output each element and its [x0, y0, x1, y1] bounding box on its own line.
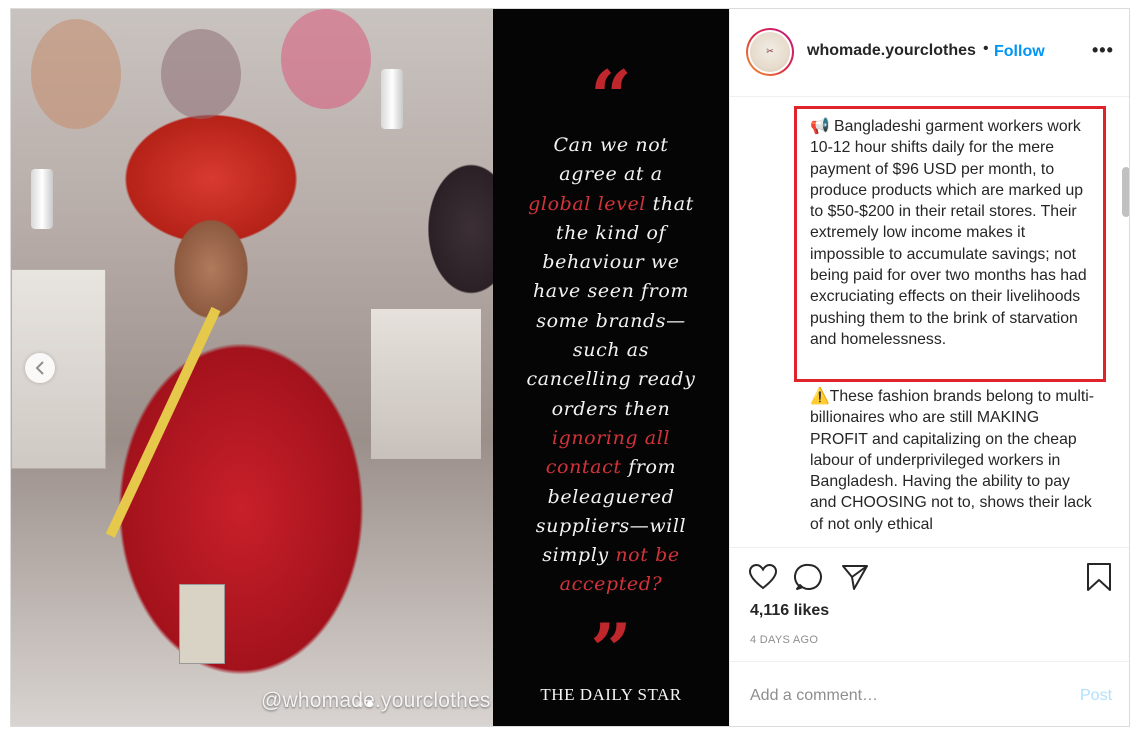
avatar-image: ✂ [750, 32, 790, 72]
share-icon [842, 565, 868, 590]
username-link[interactable]: whomade.yourclothes [807, 42, 976, 60]
share-button[interactable] [840, 562, 870, 592]
comment-bar: Post [730, 661, 1129, 726]
post-sidebar: ✂ whomade.yourclothes • Follow ••• 📢 Ban… [729, 9, 1129, 726]
warning-icon: ⚠️ [810, 388, 830, 405]
comment-input[interactable] [750, 684, 1050, 708]
action-bar [730, 547, 1129, 607]
quote-highlight: ignoring all [551, 426, 671, 449]
quote-panel: “ Can we not agree at a global level that t… [493, 9, 729, 726]
quote-highlight: global level [528, 192, 646, 215]
sewing-machine [371, 309, 481, 459]
post-media[interactable]: @whomade.yourclothes “ Can we not agree a… [11, 9, 729, 726]
post-photo: @whomade.yourclothes [11, 9, 493, 726]
quote-line: agree at a [493, 160, 729, 189]
chevron-left-icon [35, 361, 44, 375]
more-options-icon[interactable]: ••• [1092, 40, 1114, 61]
heart-icon [748, 563, 778, 590]
thread-spool [381, 69, 403, 129]
quote-line: some brands— [493, 307, 729, 336]
carousel-indicator [357, 701, 373, 707]
quote-line: suppliers—will [493, 512, 729, 541]
thread-spool [31, 169, 53, 229]
likes-count[interactable]: 4,116 likes [750, 602, 829, 620]
follow-button[interactable]: Follow [994, 43, 1045, 61]
carousel-dot [367, 701, 373, 707]
avatar-ring: ✂ [748, 30, 792, 74]
instagram-post: @whomade.yourclothes “ Can we not agree a… [10, 8, 1130, 727]
watermark: @whomade.yourclothes [261, 689, 491, 712]
quote-highlight: accepted? [559, 573, 663, 596]
close-quote-icon: ” [590, 607, 632, 692]
lanyard [105, 306, 221, 538]
quote-line: the kind of [493, 219, 729, 248]
background-worker [31, 19, 121, 129]
caption-area[interactable]: 📢 Bangladeshi garment workers work 10-12… [730, 97, 1129, 547]
quote-line: beleaguered [493, 483, 729, 512]
quote-line: have seen from [493, 277, 729, 306]
scrollbar[interactable] [1122, 167, 1129, 217]
post-header: ✂ whomade.yourclothes • Follow ••• [730, 9, 1129, 97]
comment-button[interactable] [794, 562, 824, 592]
avatar-glyph: ✂ [766, 47, 774, 57]
quote-highlight: not be [615, 544, 680, 567]
quote-segment: that [646, 192, 694, 215]
quote-segment: from [621, 456, 677, 479]
post-date[interactable]: 4 DAYS AGO [750, 634, 818, 646]
quote-segment: suppliers—will [535, 514, 687, 537]
quote-segment: some brands— [536, 309, 686, 332]
quote-line: ignoring all [493, 424, 729, 453]
carousel-dot [357, 701, 363, 707]
caption-paragraph-1: 📢 Bangladeshi garment workers work 10-12… [810, 116, 1095, 350]
id-card [179, 584, 225, 664]
quote-segment: such as [572, 339, 650, 362]
quote-segment: agree at a [559, 163, 663, 186]
bookmark-icon [1087, 563, 1111, 591]
quote-segment: behaviour we [542, 251, 680, 274]
quote-line: behaviour we [493, 248, 729, 277]
quote-line: accepted? [493, 570, 729, 599]
quote-segment: orders then [551, 397, 671, 420]
quote-highlight: contact [545, 456, 622, 479]
separator-dot: • [983, 40, 989, 57]
save-button[interactable] [1084, 562, 1114, 592]
quote-segment: cancelling ready [526, 368, 696, 391]
post-comment-button[interactable]: Post [1080, 687, 1112, 705]
quote-line: contact from [493, 453, 729, 482]
carousel-prev-button[interactable] [25, 353, 55, 383]
quote-line: orders then [493, 395, 729, 424]
quote-segment: have seen from [532, 280, 690, 303]
quote-segment: beleaguered [547, 485, 675, 508]
background-worker [281, 9, 371, 109]
quote-line: cancelling ready [493, 365, 729, 394]
quote-text: Can we not agree at a global level that the… [493, 131, 729, 600]
megaphone-icon: 📢 [810, 118, 830, 135]
quote-line: global level that [493, 190, 729, 219]
quote-line: such as [493, 336, 729, 365]
caption-text-1: Bangladeshi garment workers work 10-12 h… [810, 118, 1087, 348]
background-worker [161, 29, 241, 119]
open-quote-icon: “ [590, 54, 632, 139]
quote-line: simply not be [493, 541, 729, 570]
caption-paragraph-2: ⚠️These fashion brands belong to multi-b… [810, 386, 1095, 535]
like-button[interactable] [748, 562, 778, 592]
quote-line: Can we not [493, 131, 729, 160]
comment-icon [794, 563, 822, 590]
quote-segment: Can we not [553, 134, 669, 156]
caption-text-2: These fashion brands belong to multi-bil… [810, 388, 1094, 533]
quote-segment: the kind of [555, 221, 667, 244]
quote-segment: simply [542, 544, 616, 567]
avatar[interactable]: ✂ [746, 28, 794, 76]
quote-source: THE DAILY STAR [540, 685, 682, 704]
